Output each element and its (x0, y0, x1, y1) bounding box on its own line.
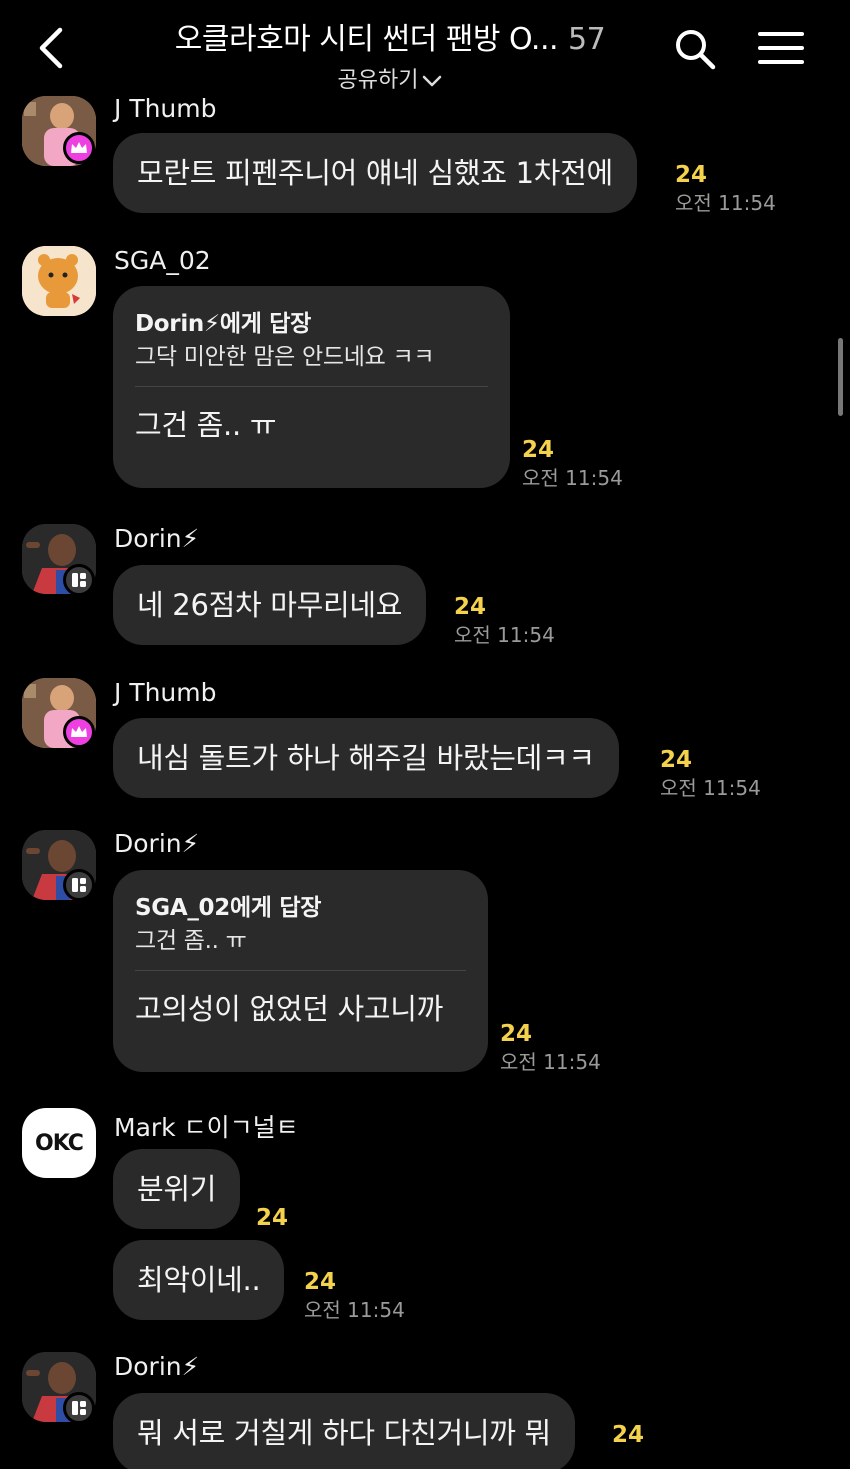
message-meta: 24 오전 11:54 (454, 593, 555, 649)
divider (135, 386, 488, 387)
chevron-down-icon (423, 75, 442, 87)
reply-target: Dorin⚡에게 답장 (135, 311, 311, 337)
reply-target: SGA_02에게 답장 (135, 895, 322, 921)
message-bubble[interactable]: 뭐 서로 거칠게 하다 다친거니까 뭐 (113, 1393, 575, 1469)
chat-title-text: 오클라호마 시티 썬더 팬방 O... (174, 22, 559, 57)
scrollbar[interactable] (838, 338, 843, 416)
message-time: 오전 11:54 (660, 776, 761, 800)
menu-icon[interactable] (758, 30, 804, 66)
message-meta: 24 오전 11:54 (522, 436, 623, 492)
avatar[interactable]: OKC (22, 1108, 96, 1178)
crown-icon (63, 132, 95, 164)
message-time: 오전 11:54 (500, 1050, 601, 1074)
profile-character (22, 246, 96, 316)
quoted-text: 그건 좀.. ㅠ (135, 928, 247, 954)
sender-name: J Thumb (114, 94, 217, 123)
message-meta: 24 (256, 1204, 288, 1232)
crown-icon (63, 716, 95, 748)
sender-name: Dorin⚡ (114, 524, 200, 553)
unread-count: 24 (304, 1269, 337, 1295)
avatar[interactable] (22, 246, 96, 316)
unread-count: 24 (454, 594, 487, 620)
unread-count: 24 (256, 1205, 289, 1231)
sender-name: Mark ㄷ이ㄱ널ㅌ (114, 1113, 299, 1142)
message-meta: 24 오전 11:54 (500, 1020, 601, 1076)
message-bubble[interactable]: 네 26점차 마무리네요 (113, 565, 427, 645)
unread-count: 24 (522, 437, 555, 463)
quoted-text: 그닥 미안한 맘은 안드네요 ㅋㅋ (135, 344, 435, 370)
message-bubble[interactable]: 모란트 피펜주니어 얘네 심했죠 1차전에 (113, 133, 637, 213)
message-text: 그건 좀.. ㅠ (135, 408, 277, 442)
divider (135, 970, 466, 971)
sender-name: SGA_02 (114, 246, 211, 275)
sender-name: J Thumb (114, 678, 217, 707)
message-text: 고의성이 없었던 사고니까 (135, 992, 444, 1026)
search-icon[interactable] (674, 28, 716, 70)
message-bubble[interactable]: 내심 돌트가 하나 해주길 바랐는데ㅋㅋ (113, 718, 619, 798)
chat-header: 오클라호마 시티 썬더 팬방 O... 57 공유하기 (0, 0, 850, 94)
chat-title: 오클라호마 시티 썬더 팬방 O... 57 (150, 14, 630, 58)
sender-name: Dorin⚡ (114, 1352, 200, 1381)
message-meta: 24 오전 11:54 (675, 161, 776, 217)
member-count: 57 (568, 22, 606, 57)
host-icon (63, 1392, 95, 1424)
unread-count: 24 (675, 162, 708, 188)
message-meta: 24 오전 11:54 (660, 746, 761, 802)
message-meta: 24 오전 11:54 (304, 1268, 405, 1324)
message-time: 오전 11:54 (675, 191, 776, 215)
reply-bubble[interactable]: SGA_02에게 답장 그건 좀.. ㅠ 고의성이 없었던 사고니까 (113, 870, 488, 1072)
chat-title-area[interactable]: 오클라호마 시티 썬더 팬방 O... 57 공유하기 (150, 14, 630, 94)
share-label: 공유하기 (337, 68, 419, 93)
message-time: 오전 11:54 (304, 1298, 405, 1322)
message-bubble[interactable]: 분위기 (113, 1149, 241, 1229)
message-meta: 24 (612, 1421, 644, 1449)
message-bubble[interactable]: 최악이네.. (113, 1240, 285, 1320)
sender-name: Dorin⚡ (114, 829, 200, 858)
unread-count: 24 (660, 747, 693, 773)
message-time: 오전 11:54 (522, 466, 623, 490)
reply-bubble[interactable]: Dorin⚡에게 답장 그닥 미안한 맘은 안드네요 ㅋㅋ 그건 좀.. ㅠ (113, 286, 510, 488)
back-icon[interactable] (34, 26, 68, 70)
unread-count: 24 (612, 1422, 645, 1448)
avatar-logo-text: OKC (35, 1130, 84, 1156)
unread-count: 24 (500, 1021, 533, 1047)
share-dropdown[interactable]: 공유하기 (150, 62, 630, 94)
host-icon (63, 564, 95, 596)
host-icon (63, 869, 95, 901)
message-time: 오전 11:54 (454, 623, 555, 647)
